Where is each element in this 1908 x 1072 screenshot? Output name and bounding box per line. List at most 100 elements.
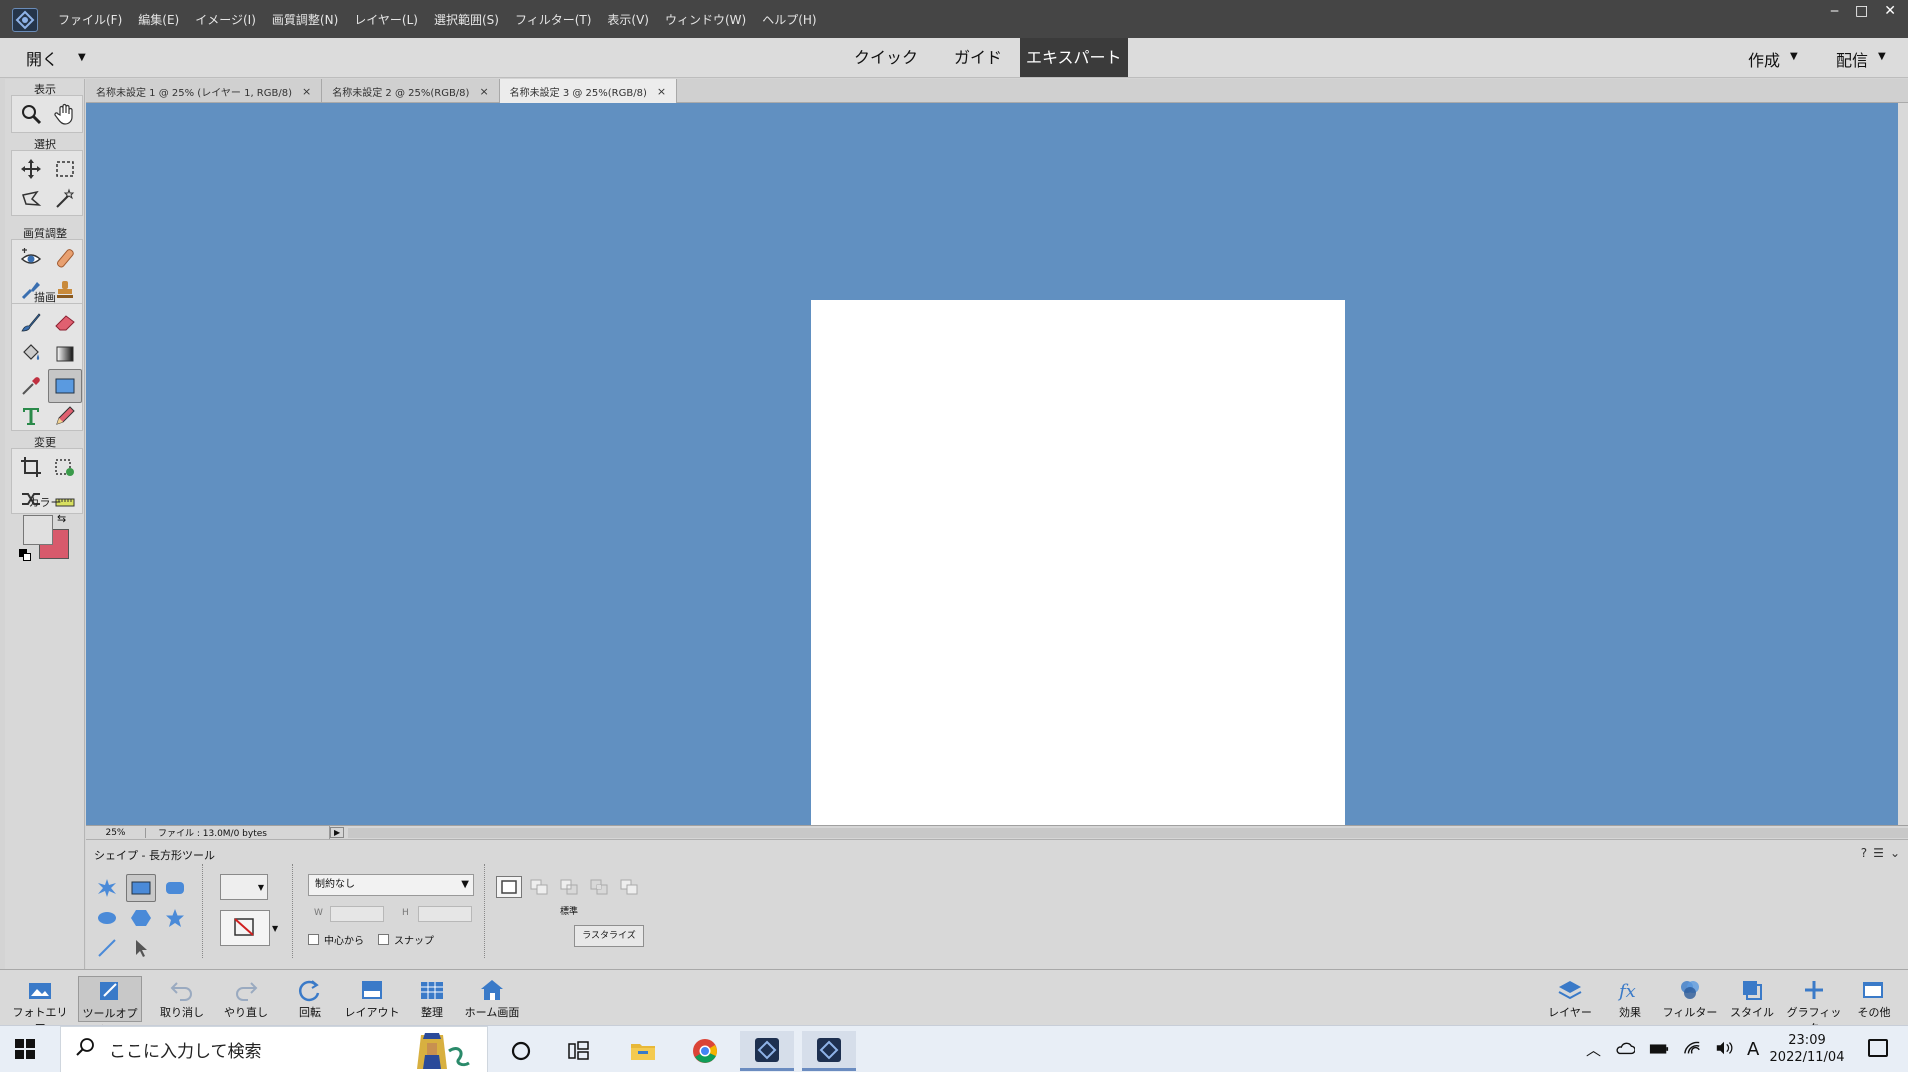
eraser-tool-icon[interactable] bbox=[48, 305, 82, 339]
layout-button[interactable]: レイアウト bbox=[340, 976, 404, 1020]
chevron-up-icon[interactable]: ︿ bbox=[1586, 1039, 1601, 1060]
menu-view[interactable]: 表示(V) bbox=[599, 11, 657, 28]
share-menu[interactable]: 配信 ▼ bbox=[1836, 47, 1886, 71]
width-field[interactable] bbox=[330, 906, 384, 922]
stroke-color-picker[interactable] bbox=[220, 910, 270, 946]
cortana-icon[interactable] bbox=[494, 1031, 548, 1071]
quick-selection-tool-icon[interactable] bbox=[48, 182, 82, 216]
rectangle-shape-tool-icon[interactable] bbox=[48, 369, 82, 403]
close-icon[interactable]: × bbox=[479, 85, 488, 98]
wifi-icon[interactable] bbox=[1683, 1040, 1701, 1060]
red-eye-tool-icon[interactable] bbox=[14, 241, 48, 275]
fill-color-picker[interactable]: ▼ bbox=[220, 874, 268, 900]
home-screen-button[interactable]: ホーム画面 bbox=[460, 976, 524, 1020]
crop-tool-icon[interactable] bbox=[14, 450, 48, 484]
rounded-rectangle-shape-icon[interactable] bbox=[160, 874, 190, 902]
close-icon[interactable]: × bbox=[302, 85, 311, 98]
menu-image[interactable]: イメージ(I) bbox=[187, 11, 264, 28]
subtract-shape-icon[interactable] bbox=[556, 876, 582, 898]
create-menu[interactable]: 作成 ▼ bbox=[1748, 47, 1798, 71]
tab-quick[interactable]: クイック bbox=[836, 38, 936, 77]
gradient-tool-icon[interactable] bbox=[48, 337, 82, 371]
undo-button[interactable]: 取り消し bbox=[150, 976, 214, 1020]
type-tool-icon[interactable] bbox=[14, 399, 48, 433]
onedrive-icon[interactable] bbox=[1615, 1041, 1636, 1059]
rasterize-button[interactable]: ラスタライズ bbox=[574, 925, 644, 947]
close-button[interactable]: ✕ bbox=[1884, 3, 1896, 19]
hand-tool-icon[interactable] bbox=[48, 97, 82, 131]
volume-icon[interactable] bbox=[1715, 1040, 1733, 1060]
chevron-right-icon[interactable]: ▶ bbox=[330, 827, 345, 838]
open-button[interactable]: 開く ▼ bbox=[26, 46, 86, 70]
menu-help[interactable]: ヘルプ(H) bbox=[754, 11, 824, 28]
file-explorer-icon[interactable] bbox=[616, 1031, 670, 1071]
intersect-shape-icon[interactable] bbox=[586, 876, 612, 898]
photoshop-elements-taskbar-icon[interactable] bbox=[802, 1031, 856, 1071]
filters-button[interactable]: フィルター bbox=[1658, 976, 1722, 1020]
help-icon[interactable]: ? bbox=[1861, 846, 1867, 860]
menu-file[interactable]: ファイル(F) bbox=[50, 11, 130, 28]
spot-healing-tool-icon[interactable] bbox=[48, 241, 82, 275]
panel-menu-icon[interactable]: ☰ bbox=[1873, 846, 1884, 860]
menu-filter[interactable]: フィルター(T) bbox=[507, 11, 599, 28]
eyedropper-tool-icon[interactable] bbox=[14, 369, 48, 403]
brush-tool-icon[interactable] bbox=[14, 305, 48, 339]
paint-bucket-tool-icon[interactable] bbox=[14, 337, 48, 371]
tool-options-button[interactable]: ツールオプシ... bbox=[78, 976, 142, 1036]
from-center-checkbox[interactable]: 中心から bbox=[308, 932, 364, 947]
horizontal-scrollbar[interactable] bbox=[348, 827, 1908, 838]
effects-button[interactable]: fx 効果 bbox=[1598, 976, 1662, 1020]
recompose-tool-icon[interactable] bbox=[48, 450, 82, 484]
menu-edit[interactable]: 編集(E) bbox=[130, 11, 187, 28]
menu-select[interactable]: 選択範囲(S) bbox=[426, 11, 507, 28]
rotate-button[interactable]: 回転 bbox=[278, 976, 342, 1020]
new-shape-layer-icon[interactable] bbox=[496, 876, 522, 898]
move-tool-icon[interactable] bbox=[14, 152, 48, 186]
chrome-icon[interactable] bbox=[678, 1031, 732, 1071]
zoom-tool-icon[interactable] bbox=[14, 97, 48, 131]
snap-checkbox[interactable]: スナップ bbox=[378, 932, 434, 947]
document-tab-1[interactable]: 名称未設定 1 @ 25% (レイヤー 1, RGB/8) × bbox=[86, 79, 323, 103]
organizer-button[interactable]: 整理 bbox=[400, 976, 464, 1020]
zoom-readout[interactable]: 25% bbox=[86, 827, 146, 838]
custom-shape-icon[interactable] bbox=[92, 874, 122, 902]
marquee-tool-icon[interactable] bbox=[48, 152, 82, 186]
constraint-select[interactable]: 制約なし ▼ bbox=[308, 874, 474, 896]
styles-button[interactable]: スタイル bbox=[1720, 976, 1784, 1020]
add-shape-icon[interactable] bbox=[526, 876, 552, 898]
canvas-area[interactable] bbox=[86, 103, 1898, 834]
exclude-shape-icon[interactable] bbox=[616, 876, 642, 898]
menu-window[interactable]: ウィンドウ(W) bbox=[657, 11, 754, 28]
ellipse-shape-icon[interactable] bbox=[92, 904, 122, 932]
pencil-tool-icon[interactable] bbox=[48, 399, 82, 433]
foreground-color-swatch[interactable] bbox=[23, 515, 53, 545]
document-tab-2[interactable]: 名称未設定 2 @ 25%(RGB/8) × bbox=[322, 79, 500, 103]
document-tab-3[interactable]: 名称未設定 3 @ 25%(RGB/8) × bbox=[499, 79, 678, 103]
vertical-scrollbar[interactable] bbox=[1898, 103, 1908, 825]
document-canvas[interactable] bbox=[811, 300, 1345, 834]
maximize-button[interactable]: □ bbox=[1855, 3, 1868, 19]
rectangle-shape-icon[interactable] bbox=[126, 874, 156, 902]
battery-icon[interactable] bbox=[1649, 1041, 1669, 1059]
more-button[interactable]: その他 bbox=[1842, 976, 1906, 1020]
photoshop-elements-editor-taskbar-icon[interactable] bbox=[740, 1031, 794, 1071]
star-shape-icon[interactable] bbox=[160, 904, 190, 932]
redo-button[interactable]: やり直し bbox=[214, 976, 278, 1020]
chevron-down-icon[interactable]: ▼ bbox=[272, 924, 278, 933]
windows-start-icon[interactable] bbox=[14, 1038, 36, 1060]
minimize-button[interactable]: ‒ bbox=[1830, 3, 1839, 19]
height-field[interactable] bbox=[418, 906, 472, 922]
layers-button[interactable]: レイヤー bbox=[1538, 976, 1602, 1020]
ime-indicator[interactable]: A bbox=[1747, 1039, 1759, 1060]
task-view-icon[interactable] bbox=[552, 1031, 606, 1071]
menu-enhance[interactable]: 画質調整(N) bbox=[264, 11, 346, 28]
tab-guided[interactable]: ガイド bbox=[936, 38, 1020, 77]
default-colors-icon[interactable] bbox=[19, 549, 31, 561]
lasso-tool-icon[interactable] bbox=[14, 182, 48, 216]
line-shape-icon[interactable] bbox=[92, 934, 122, 962]
taskbar-search[interactable]: ここに入力して検索 bbox=[60, 1026, 488, 1072]
tab-expert[interactable]: エキスパート bbox=[1020, 38, 1128, 77]
polygon-shape-icon[interactable] bbox=[126, 904, 156, 932]
swap-colors-icon[interactable]: ⇆ bbox=[57, 513, 69, 525]
shape-selection-icon[interactable] bbox=[126, 934, 156, 962]
